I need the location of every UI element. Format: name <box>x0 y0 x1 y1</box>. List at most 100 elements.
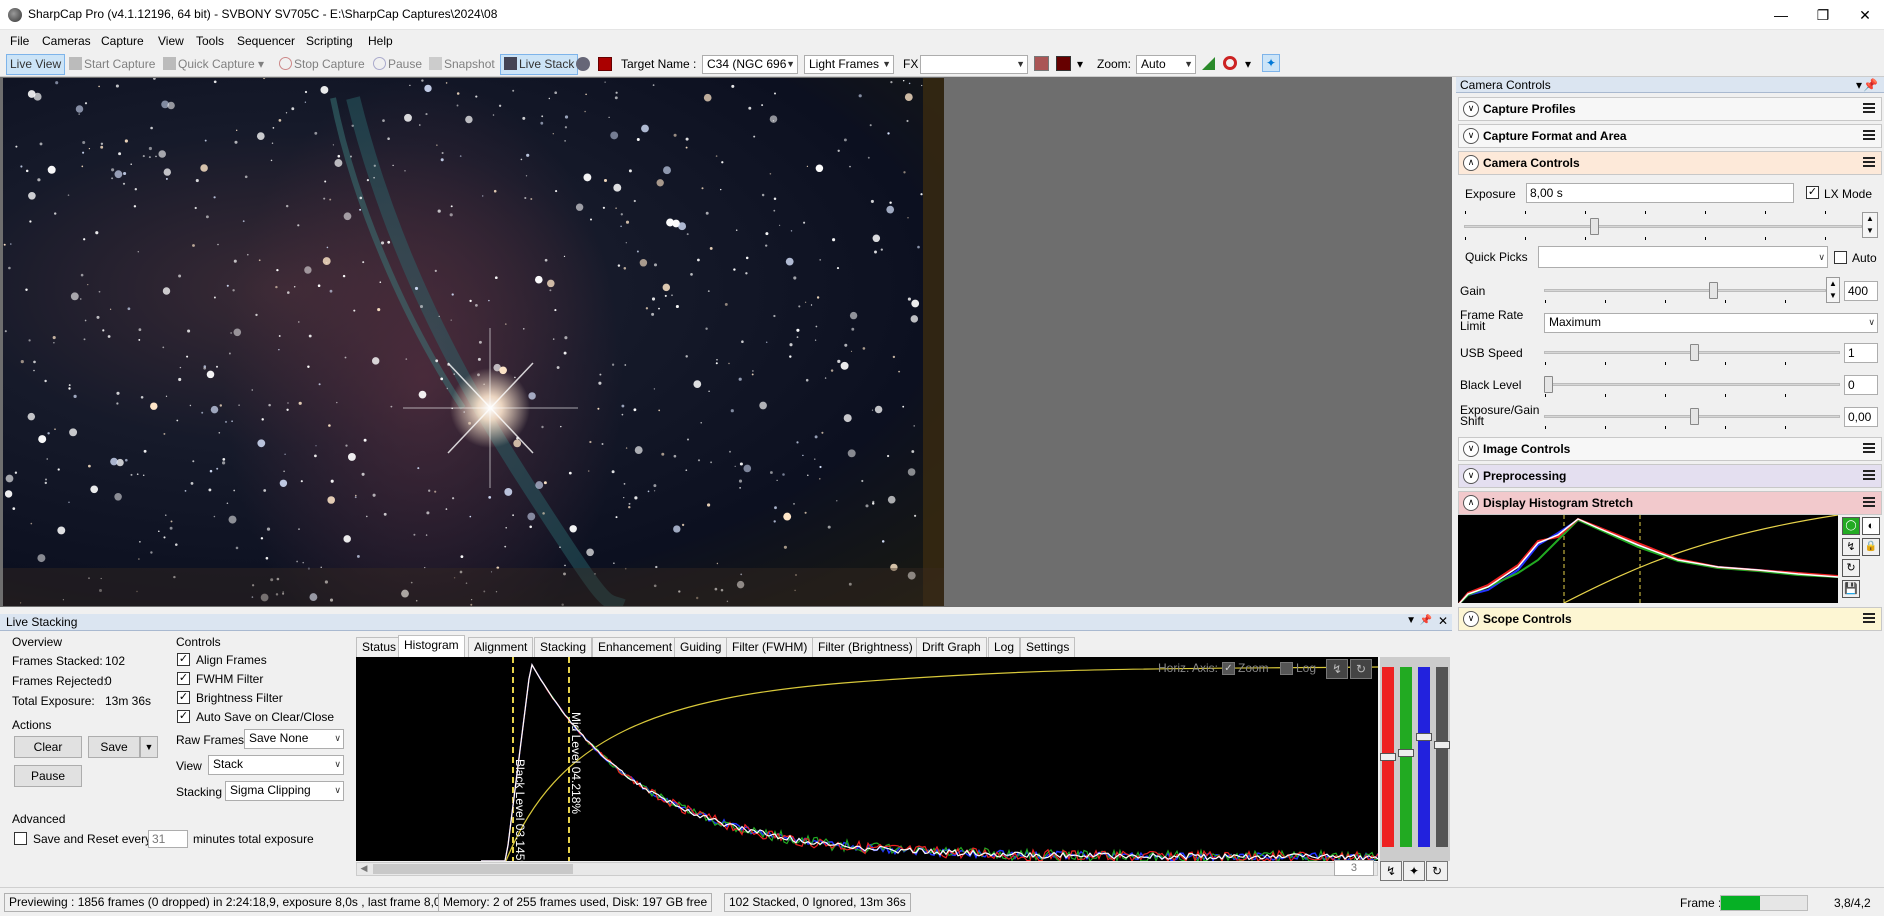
hamburger-icon[interactable] <box>1863 470 1875 480</box>
save-icon[interactable]: 💾 <box>1842 580 1860 598</box>
save-button[interactable]: Save <box>88 736 140 758</box>
menu-file[interactable]: File <box>10 30 29 52</box>
tab-settings[interactable]: Settings <box>1020 637 1076 657</box>
section-camera-controls[interactable]: ∧ Camera Controls <box>1458 151 1882 175</box>
tab-drift-graph[interactable]: Drift Graph <box>916 637 987 657</box>
save-options-dropdown[interactable]: ▼ <box>140 736 158 758</box>
magnifier-icon[interactable] <box>1223 56 1237 70</box>
snapshot-button[interactable]: Snapshot <box>426 54 498 75</box>
exposure-slider-track[interactable] <box>1464 225 1862 228</box>
section-preprocessing[interactable]: ∨ Preprocessing <box>1458 464 1882 488</box>
red-slider-thumb[interactable] <box>1380 753 1396 761</box>
brightness-filter-checkbox[interactable]: ✓ <box>177 691 190 704</box>
histogram-spinner[interactable]: 3 <box>1334 860 1374 876</box>
close-panel-icon[interactable]: ✕ <box>1438 614 1448 628</box>
magnifier-dropdown-arrow[interactable]: ▾ <box>1242 54 1254 75</box>
pin-icon[interactable]: 📌 <box>1420 615 1432 626</box>
align-frames-checkbox[interactable]: ✓ <box>177 653 190 666</box>
menu-view[interactable]: View <box>158 30 184 52</box>
focus-icon[interactable] <box>576 57 590 71</box>
section-capture-profiles[interactable]: ∨ Capture Profiles <box>1458 97 1882 121</box>
scroll-left-icon[interactable]: ◀ <box>357 863 371 874</box>
tab-histogram[interactable]: Histogram <box>398 635 465 657</box>
save-reset-input[interactable]: 31 <box>148 830 188 848</box>
restore-icon[interactable]: ❐ <box>1800 0 1846 30</box>
hamburger-icon[interactable] <box>1863 130 1875 140</box>
lock-icon[interactable]: 🔒 <box>1862 538 1880 556</box>
auto-stretch-icon[interactable]: ↯ <box>1326 659 1348 679</box>
auto-save-checkbox[interactable]: ✓ <box>177 710 190 723</box>
fwhm-filter-checkbox[interactable]: ✓ <box>177 672 190 685</box>
gain-slider-thumb[interactable] <box>1709 282 1719 299</box>
section-scope-controls[interactable]: ∨ Scope Controls <box>1458 607 1882 631</box>
section-display-histogram[interactable]: ∧ Display Histogram Stretch <box>1458 491 1882 515</box>
reset-icon[interactable]: ↻ <box>1350 659 1372 679</box>
contrast-icon[interactable]: ◐ <box>1862 517 1880 535</box>
histogram-icon[interactable] <box>1202 57 1215 70</box>
hamburger-icon[interactable] <box>1863 443 1875 453</box>
tab-log[interactable]: Log <box>988 637 1021 657</box>
stacking-dropdown[interactable]: Sigma Clipping ∨ <box>225 781 344 801</box>
target-icon[interactable] <box>598 57 612 71</box>
reticle-icon[interactable] <box>1034 56 1049 71</box>
menu-scripting[interactable]: Scripting <box>306 30 353 52</box>
zoom-dropdown[interactable]: Auto ▼ <box>1136 55 1196 74</box>
panel-menu-icon[interactable]: ▼ <box>1406 615 1416 626</box>
hamburger-icon[interactable] <box>1863 157 1875 167</box>
close-icon[interactable]: ✕ <box>1842 0 1884 30</box>
reset-icon[interactable]: ↻ <box>1842 559 1860 577</box>
exposure-spin-button[interactable]: ▲ ▼ <box>1862 212 1878 238</box>
view-dropdown[interactable]: Stack ∨ <box>208 755 344 775</box>
pause-button[interactable]: Pause <box>370 54 425 75</box>
scrollbar-thumb[interactable] <box>373 864 573 874</box>
menu-tools[interactable]: Tools <box>196 30 224 52</box>
tab-enhancement[interactable]: Enhancement <box>592 637 679 657</box>
blue-channel-slider[interactable] <box>1418 667 1430 847</box>
overlay-dropdown-arrow[interactable]: ▾ <box>1074 54 1086 75</box>
auto-stretch-icon[interactable]: ◯ <box>1842 517 1860 535</box>
black-level-input[interactable]: 0 <box>1844 375 1878 395</box>
live-view-button[interactable]: Live View <box>6 54 66 75</box>
live-stack-button[interactable]: Live Stack <box>500 54 579 75</box>
sparkle-icon[interactable]: ✦ <box>1403 861 1425 881</box>
reset-icon[interactable]: ↻ <box>1426 861 1448 881</box>
log-checkbox[interactable] <box>1280 662 1293 675</box>
tab-alignment[interactable]: Alignment <box>468 637 534 657</box>
luminance-slider-thumb[interactable] <box>1434 741 1450 749</box>
auto-checkbox[interactable] <box>1834 251 1847 264</box>
zoom-checkbox[interactable]: ✓ <box>1222 662 1235 675</box>
start-capture-button[interactable]: Start Capture <box>66 54 158 75</box>
histogram-scrollbar[interactable]: ◀ <box>356 862 1378 876</box>
raw-frames-dropdown[interactable]: Save None ∨ <box>244 729 344 749</box>
quick-capture-button[interactable]: Quick Capture ▾ <box>160 54 267 75</box>
tab-filter-fwhm[interactable]: Filter (FWHM) <box>726 637 814 657</box>
clear-button[interactable]: Clear <box>14 736 82 758</box>
frame-type-dropdown[interactable]: Light Frames ▼ <box>804 55 894 74</box>
gain-input[interactable]: 400 <box>1844 281 1878 301</box>
tab-status[interactable]: Status <box>356 637 403 657</box>
section-capture-format[interactable]: ∨ Capture Format and Area <box>1458 124 1882 148</box>
pause-stack-button[interactable]: Pause <box>14 765 82 787</box>
gain-slider-track[interactable] <box>1544 289 1826 292</box>
black-level-slider-thumb[interactable] <box>1544 376 1553 393</box>
minimize-icon[interactable]: — <box>1758 0 1804 30</box>
frame-rate-dropdown[interactable]: Maximum ∨ <box>1544 313 1878 333</box>
image-viewport[interactable] <box>0 77 1452 607</box>
grid-overlay-icon[interactable] <box>1056 56 1071 71</box>
quick-picks-dropdown[interactable]: ∨ <box>1538 246 1828 268</box>
target-name-dropdown[interactable]: C34 (NGC 696 ▼ <box>702 55 798 74</box>
lx-mode-checkbox[interactable]: ✓ <box>1806 186 1819 199</box>
menu-sequencer[interactable]: Sequencer <box>237 30 295 52</box>
green-slider-thumb[interactable] <box>1398 749 1414 757</box>
save-reset-checkbox[interactable] <box>14 832 27 845</box>
usb-speed-input[interactable]: 1 <box>1844 343 1878 363</box>
exp-gain-shift-input[interactable]: 0,00 <box>1844 407 1878 427</box>
annotate-icon[interactable]: ✦ <box>1262 54 1280 72</box>
lightning-icon[interactable]: ↯ <box>1842 538 1860 556</box>
blue-slider-thumb[interactable] <box>1416 733 1432 741</box>
black-level-slider-track[interactable] <box>1544 383 1840 386</box>
gain-spin-button[interactable]: ▲ ▼ <box>1826 277 1840 303</box>
usb-speed-slider-thumb[interactable] <box>1690 344 1699 361</box>
lightning-icon[interactable]: ↯ <box>1380 861 1402 881</box>
display-histogram-plot[interactable] <box>1457 514 1839 606</box>
